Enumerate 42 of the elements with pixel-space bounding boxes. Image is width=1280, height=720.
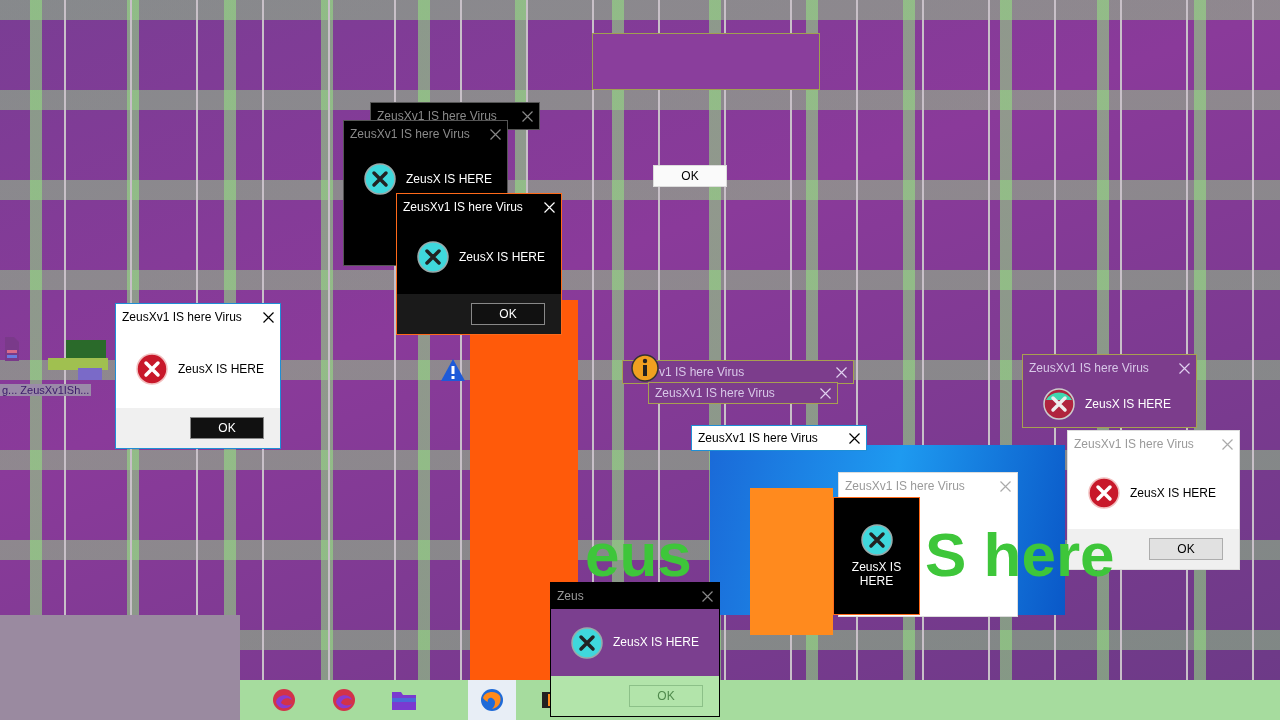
dialog-title: ZeusXv1 IS here Virus (377, 109, 497, 123)
dialog-message: ZeusX IS HERE (1130, 485, 1217, 501)
dialog-title: ZeusXv1 IS here Virus (698, 431, 818, 445)
error-icon (860, 523, 893, 556)
dialog-message: ZeusX IS HERE (178, 361, 265, 377)
error-icon (1088, 477, 1120, 509)
dialog-title: ZeusXv1 IS here Virus (845, 479, 965, 493)
dialog-message: ZeusX IS HERE (850, 559, 903, 589)
close-icon[interactable] (490, 128, 501, 140)
dialog-title: ZeusXv1 IS here Virus (122, 310, 242, 324)
dialog-message: ZeusX IS HERE (1085, 396, 1172, 412)
dialog-title: ZeusXv1 IS here Virus (403, 200, 523, 214)
dialog-title: ZeusXv1 IS here Virus (350, 127, 470, 141)
dialog-title: ZeusXv1 IS here Virus (1074, 437, 1194, 451)
error-icon (1043, 388, 1075, 420)
ok-button[interactable]: OK (1149, 538, 1223, 560)
firefox-icon (480, 688, 504, 712)
close-icon[interactable] (849, 432, 860, 444)
error-icon (364, 163, 396, 195)
swirl-icon (332, 688, 356, 712)
dialog-title: ZeusXv1 IS here Virus (1029, 361, 1149, 375)
warning-icon (440, 358, 466, 382)
swirl-icon (272, 688, 296, 712)
error-icon (571, 626, 603, 659)
info-icon (631, 354, 659, 382)
dialog-message: ZeusX IS HERE (613, 635, 700, 650)
close-icon[interactable] (522, 110, 533, 122)
dialog-title: ZeusXv1 IS here Virus (655, 386, 775, 400)
dialog-message: ZeusX IS HERE (459, 249, 546, 265)
ok-button[interactable]: OK (653, 165, 727, 187)
error-icon (417, 241, 449, 273)
taskbar-button[interactable] (468, 680, 516, 720)
dialog-message: ZeusX IS HERE (406, 172, 493, 187)
folder-icon (391, 689, 417, 711)
desktop-icon-label[interactable]: g... ZeusXv1ISh... (0, 384, 92, 396)
ok-button[interactable]: OK (471, 303, 545, 325)
dialog-title: v1 IS here Virus (659, 365, 745, 379)
ok-button[interactable]: OK (190, 417, 264, 439)
close-icon[interactable] (702, 590, 713, 602)
close-icon[interactable] (263, 311, 274, 323)
dialog-title: Zeus (557, 589, 584, 603)
error-icon (136, 353, 168, 385)
